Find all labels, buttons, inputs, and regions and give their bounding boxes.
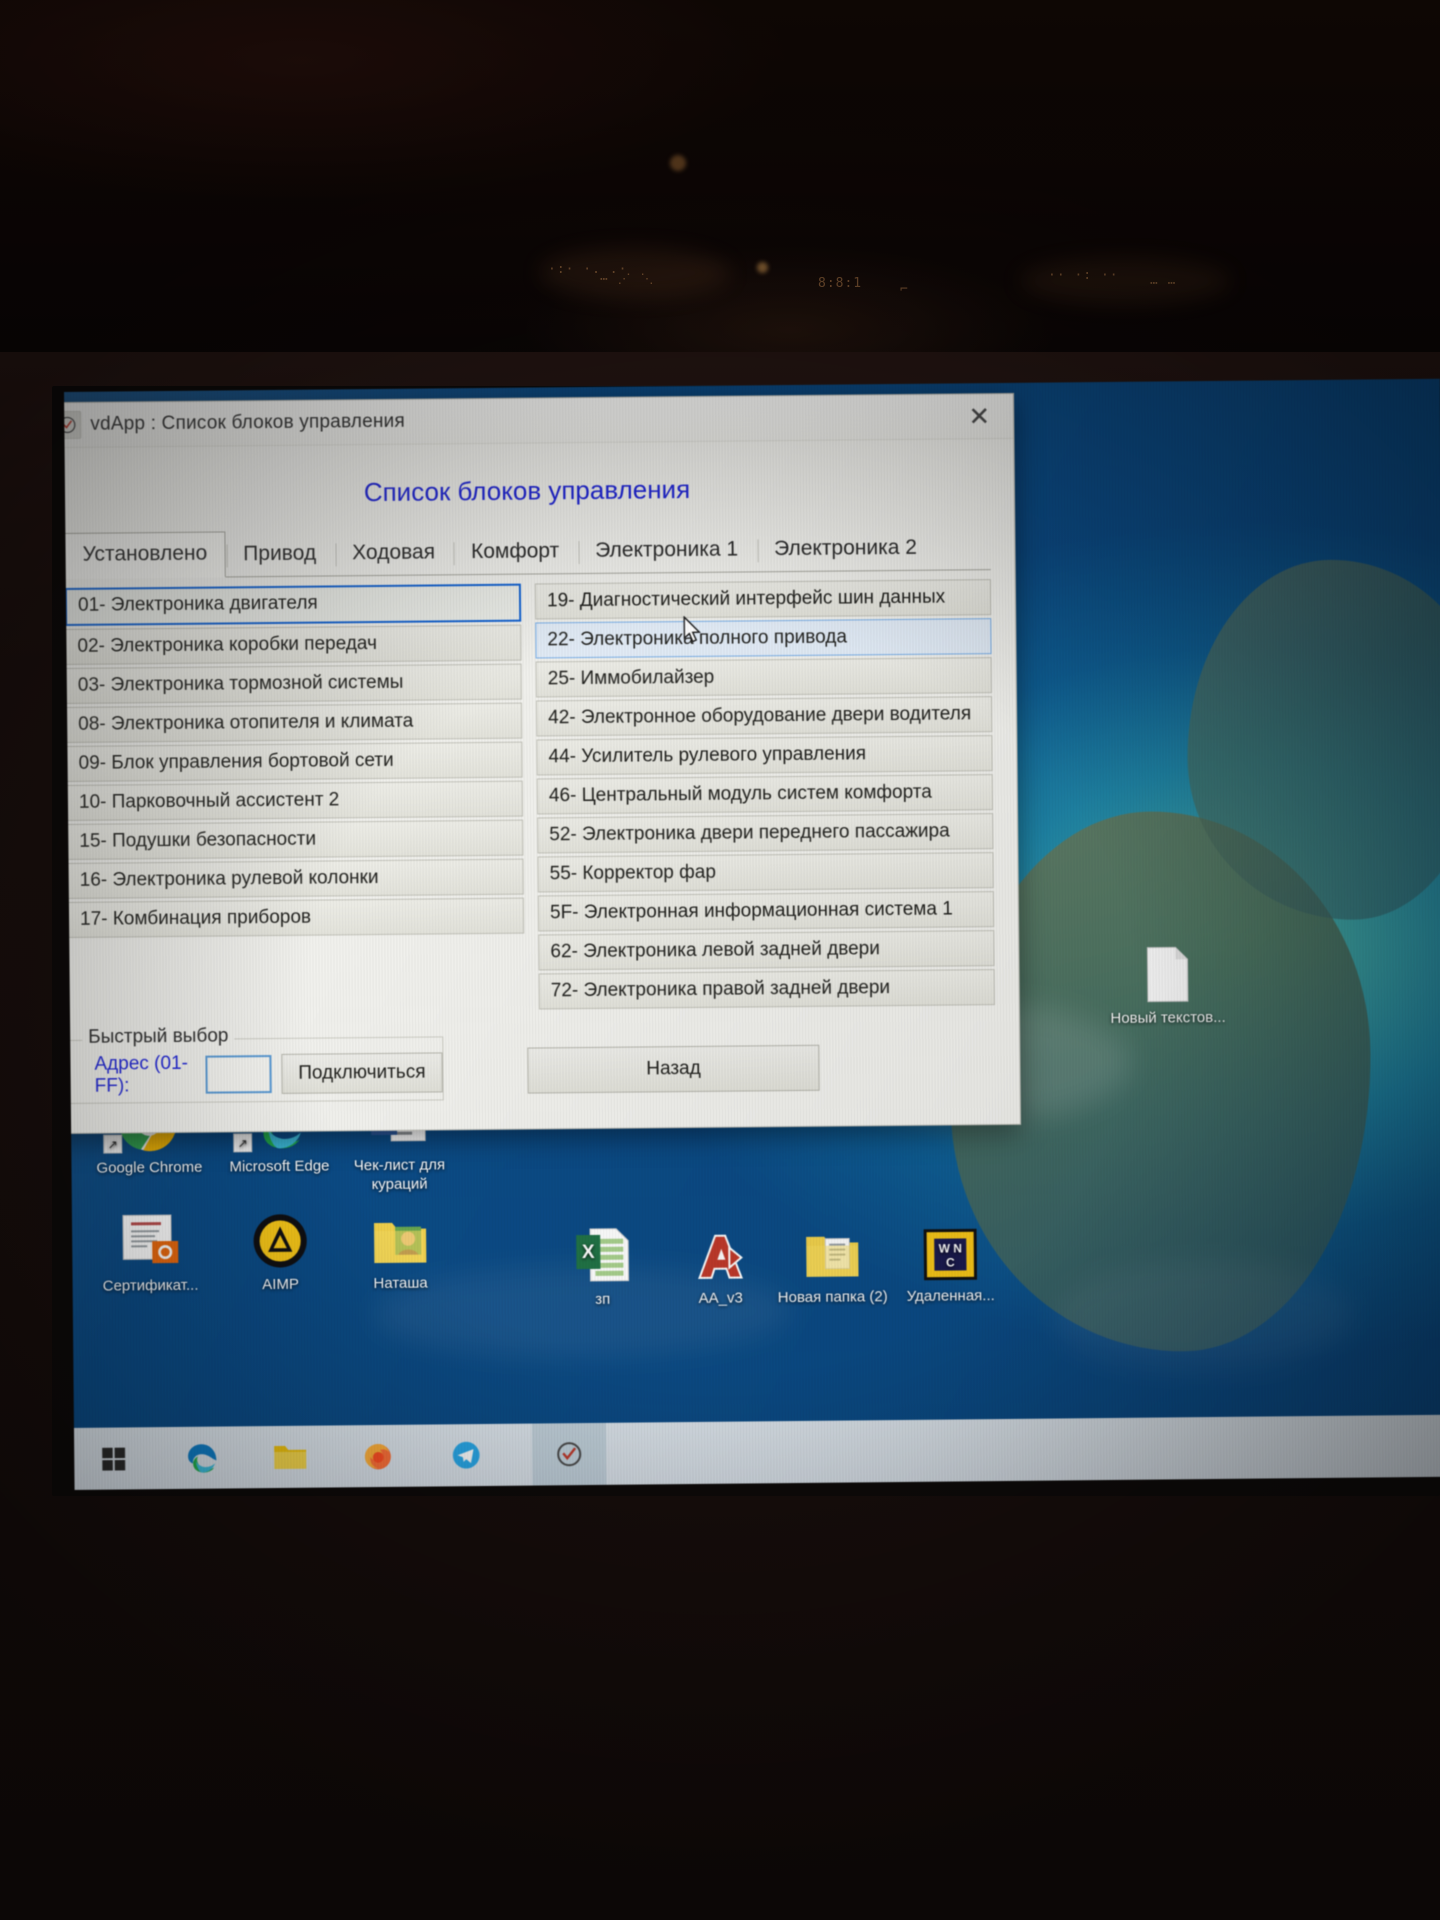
back-button[interactable]: Назад xyxy=(527,1044,820,1094)
list-item[interactable]: 08- Электроника отопителя и климата xyxy=(66,702,523,743)
desktop-icon-aa-v3[interactable]: AA_v3 xyxy=(660,1221,781,1308)
list-item[interactable]: 10- Парковочный ассистент 2 xyxy=(66,780,524,821)
desktop-icon-new-folder-2[interactable]: Новая папка (2) xyxy=(772,1220,893,1307)
tab-installed[interactable]: Установлено xyxy=(64,531,226,580)
dash-light-glow-2 xyxy=(757,262,768,273)
desktop-icon-label: Чек-лист для кураций xyxy=(353,1156,446,1194)
tab-chassis[interactable]: Ходовая xyxy=(334,530,453,575)
svg-text:X: X xyxy=(582,1242,595,1263)
list-item[interactable]: 62- Электроника левой задней двери xyxy=(538,930,995,971)
list-item[interactable]: 42- Электронное оборудование двери водит… xyxy=(535,696,993,737)
vdapp-taskbar-icon[interactable] xyxy=(531,1422,607,1486)
desktop-icon-label: AA_v3 xyxy=(698,1289,743,1307)
address-label: Адрес (01-FF): xyxy=(94,1052,189,1097)
laptop-screen: ↗ Google Chrome ↗ Microsoft Edge Чек-лис… xyxy=(64,378,1440,1490)
telegram-taskbar-icon[interactable] xyxy=(448,1437,484,1473)
vdapp-icon xyxy=(64,410,82,440)
list-item[interactable]: 16- Электроника рулевой колонки xyxy=(67,858,524,899)
list-item[interactable]: 72- Электроника правой задней двери xyxy=(538,969,995,1010)
close-icon[interactable]: ✕ xyxy=(951,395,1007,438)
tab-drivetrain[interactable]: Привод xyxy=(225,531,334,576)
list-item[interactable]: 17- Комбинация приборов xyxy=(67,897,525,938)
desktop-icon-natasha-folder[interactable]: Наташа xyxy=(340,1206,461,1293)
tab-comfort[interactable]: Комфорт xyxy=(453,529,578,574)
tab-electronics-1[interactable]: Электроника 1 xyxy=(577,527,756,573)
desktop-icon-label: Google Chrome xyxy=(96,1158,203,1177)
list-item[interactable]: 52- Электроника двери переднего пассажир… xyxy=(537,813,994,854)
page-title: Список блоков управления xyxy=(363,473,691,508)
desktop-icon-zp-excel[interactable]: X зп xyxy=(542,1222,663,1309)
folder-docs-icon xyxy=(772,1220,893,1283)
list-item[interactable]: 03- Электроника тормозной системы xyxy=(65,663,522,704)
desktop-icon-new-text-file[interactable]: Новый текстов... xyxy=(1107,941,1228,1028)
start-button[interactable] xyxy=(96,1440,132,1476)
bottom-controls: Быстрый выбор Адрес (01-FF): Подключитьс… xyxy=(67,1019,998,1104)
photograph-of-laptop-screen: ·:· ·. .· ⋯ ⋰ ⋱ 8:8:1 ⌐ ·· ·: ·· ⋯ ⋯ ↗ G… xyxy=(0,0,1440,1920)
dark-car-interior-background: ·:· ·. .· ⋯ ⋰ ⋱ 8:8:1 ⌐ ·· ·: ·· ⋯ ⋯ xyxy=(0,0,1440,400)
desktop-icon-label: AIMP xyxy=(262,1275,300,1294)
aimp-icon xyxy=(220,1207,341,1270)
firefox-taskbar-icon[interactable] xyxy=(360,1438,396,1474)
edge-taskbar-icon[interactable] xyxy=(184,1440,220,1476)
desktop-icon-label: Наташа xyxy=(373,1274,428,1293)
desktop-icon-label: зп xyxy=(595,1290,611,1308)
window-title-bar: vdApp : Список блоков управления ✕ xyxy=(64,393,1014,449)
list-item[interactable]: 02- Электроника коробки передач xyxy=(65,624,522,665)
left-ecu-column: 01- Электроника двигателя 02- Электроник… xyxy=(64,583,525,1014)
tab-electronics-2[interactable]: Электроника 2 xyxy=(756,526,935,572)
list-item[interactable]: 22- Электроника полного привода xyxy=(535,618,992,659)
svg-text:C: C xyxy=(946,1255,955,1269)
desktop-icon-label: Удаленная... xyxy=(906,1287,995,1305)
desktop-icon-label: Microsoft Edge xyxy=(229,1157,330,1176)
dash-light-glow xyxy=(670,155,686,171)
list-item[interactable]: 15- Подушки безопасности xyxy=(67,819,524,860)
certificate-icon xyxy=(90,1209,211,1272)
list-item[interactable]: 5F- Электронная информационная система 1 xyxy=(537,891,995,932)
file-explorer-taskbar-icon[interactable] xyxy=(272,1439,308,1475)
window-body: Список блоков управления Установлено При… xyxy=(64,471,1020,1104)
list-item[interactable]: 09- Блок управления бортовой сети xyxy=(66,741,523,782)
connect-button[interactable]: Подключиться xyxy=(281,1052,443,1094)
svg-text:W N: W N xyxy=(939,1241,962,1255)
folder-photo-icon xyxy=(340,1206,461,1269)
address-input[interactable] xyxy=(205,1055,272,1094)
list-item[interactable]: 19- Диагностический интерфейс шин данных xyxy=(534,579,992,620)
list-item[interactable]: 46- Центральный модуль систем комфорта xyxy=(536,774,994,815)
list-item[interactable]: 44- Усилитель рулевого управления xyxy=(536,735,993,776)
text-file-icon xyxy=(1107,941,1228,1004)
right-ecu-column: 19- Диагностический интерфейс шин данных… xyxy=(534,579,995,1010)
wnc-icon: W N C xyxy=(890,1219,1011,1282)
quick-select-group: Быстрый выбор Адрес (01-FF): Подключитьс… xyxy=(69,1025,444,1104)
shortcut-arrow-icon: ↗ xyxy=(233,1133,253,1153)
desktop-icon-label: Сертификат... xyxy=(102,1276,199,1295)
list-item[interactable]: 25- Иммобилайзер xyxy=(535,657,992,698)
desktop-icon-label: Новый текстов... xyxy=(1110,1008,1226,1027)
desktop-icon-certificate[interactable]: Сертификат... xyxy=(90,1209,211,1296)
control-unit-lists: 01- Электроника двигателя 02- Электроник… xyxy=(64,570,997,1014)
vdapp-window: vdApp : Список блоков управления ✕ Списо… xyxy=(64,392,1022,1135)
desktop-icon-aimp[interactable]: AIMP xyxy=(220,1207,341,1294)
excel-icon: X xyxy=(542,1222,663,1285)
desktop-icon-remote-wnc[interactable]: W N C Удаленная... xyxy=(890,1219,1011,1306)
autocad-icon xyxy=(660,1221,781,1284)
window-title: vdApp : Список блоков управления xyxy=(90,410,405,435)
desktop-icon-label: Новая папка (2) xyxy=(777,1288,888,1307)
quick-select-label: Быстрый выбор xyxy=(82,1025,235,1049)
shortcut-arrow-icon: ↗ xyxy=(103,1134,123,1154)
list-item[interactable]: 01- Электроника двигателя xyxy=(64,583,522,626)
list-item[interactable]: 55- Корректор фар xyxy=(537,852,994,893)
windows-taskbar[interactable] xyxy=(73,1414,1440,1490)
